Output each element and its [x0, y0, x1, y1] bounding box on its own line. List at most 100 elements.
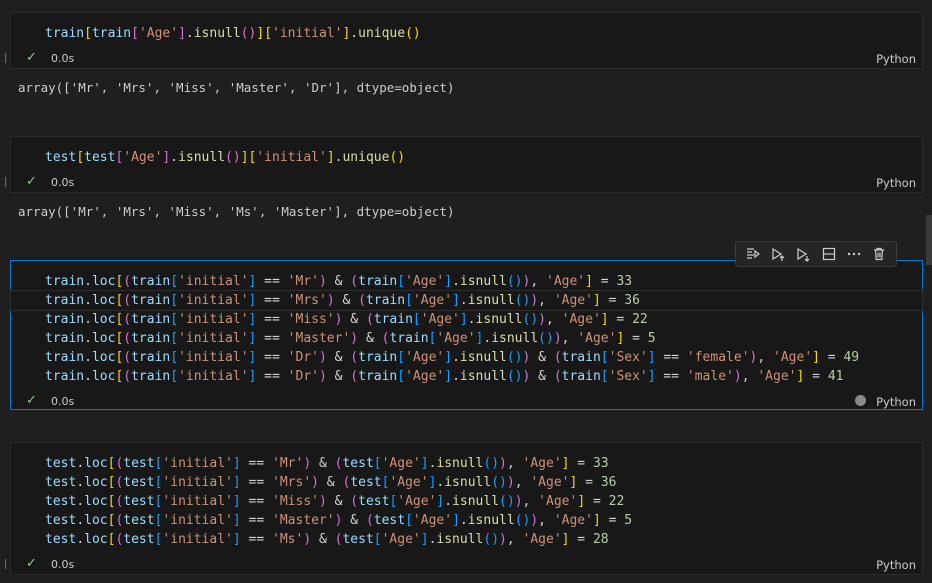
code-token: [	[373, 532, 382, 547]
execute-below-icon[interactable]	[793, 244, 813, 264]
code-token: ()	[506, 350, 523, 365]
code-token: )	[733, 369, 742, 384]
code-token: ]	[577, 494, 586, 509]
code-token: &	[530, 369, 554, 384]
kernel-language-button[interactable]: Python	[876, 558, 916, 572]
code-token: .	[459, 293, 468, 308]
cell-1-editor[interactable]: train[train['Age'].isnull()]['initial'].…	[45, 24, 922, 43]
code-token: isnull	[459, 274, 507, 289]
kernel-language-button[interactable]: Python	[876, 176, 916, 190]
code-token: .	[452, 369, 460, 384]
code-cell-4[interactable]: test.loc[(test['initial'] == 'Mr') & (te…	[5, 442, 923, 575]
code-token: [	[84, 26, 92, 41]
code-token: (	[123, 293, 132, 308]
code-token: test	[45, 532, 77, 547]
code-token: 'Master'	[287, 331, 351, 346]
delete-icon[interactable]	[869, 244, 889, 264]
code-token: (	[123, 369, 132, 384]
code-token: [	[131, 26, 139, 41]
code-token: (	[123, 312, 132, 327]
code-token: 'Age'	[412, 293, 453, 308]
code-token: &	[358, 331, 382, 346]
code-token: )	[318, 274, 327, 289]
code-token: train	[358, 274, 398, 289]
code-token: loc	[84, 494, 108, 509]
code-line[interactable]: train.loc[(train['initial'] == 'Dr') & (…	[45, 367, 922, 386]
kernel-language-button[interactable]: Python	[876, 52, 916, 66]
code-line[interactable]: test[test['Age'].isnull()]['initial'].un…	[45, 148, 922, 167]
code-token: test	[342, 456, 374, 471]
code-token: 'initial'	[256, 150, 327, 165]
code-token: 'Age'	[522, 532, 562, 547]
more-icon[interactable]	[844, 244, 864, 264]
code-token: )	[506, 475, 515, 490]
scrollbar-thumb[interactable]	[926, 215, 932, 265]
code-line[interactable]: test.loc[(test['initial'] == 'Master') &…	[45, 511, 922, 530]
code-token: .	[452, 274, 460, 289]
code-cell-1[interactable]: train[train['Age'].isnull()]['initial'].…	[5, 12, 923, 69]
execution-time: 0.0s	[51, 176, 75, 189]
code-token: train	[131, 312, 171, 327]
code-token: [	[170, 274, 179, 289]
code-token: &	[311, 456, 335, 471]
split-cell-icon[interactable]	[819, 244, 839, 264]
kernel-status-icon	[855, 395, 866, 406]
kernel-language-button[interactable]: Python	[876, 395, 916, 409]
code-token: ]	[600, 312, 609, 327]
code-line[interactable]: test.loc[(test['initial'] == 'Miss') & (…	[45, 492, 922, 511]
code-cell-2[interactable]: test[test['Age'].isnull()]['initial'].un…	[5, 136, 923, 193]
code-token: =	[624, 331, 648, 346]
cell-4-editor[interactable]: test.loc[(test['initial'] == 'Mr') & (te…	[45, 454, 922, 549]
code-token: &	[342, 312, 366, 327]
code-token: 'Age'	[561, 312, 601, 327]
code-token: ]	[592, 293, 601, 308]
code-token: ]	[444, 369, 453, 384]
code-token: ,	[514, 475, 531, 490]
code-token: .	[459, 513, 468, 528]
code-token: .	[84, 350, 92, 365]
cell-1-output: array(['Mr', 'Mrs', 'Miss', 'Master', 'D…	[18, 80, 455, 95]
code-token: loc	[91, 312, 116, 327]
code-token: 'Miss'	[287, 312, 335, 327]
code-cell-3[interactable]: train.loc[(train['initial'] == 'Mr') & (…	[10, 260, 923, 410]
code-line[interactable]: train.loc[(train['initial'] == 'Master')…	[45, 329, 922, 348]
code-token: 'Age'	[389, 475, 429, 490]
code-line[interactable]: test.loc[(test['initial'] == 'Mr') & (te…	[45, 454, 922, 473]
code-token: &	[334, 293, 359, 308]
code-token: ==	[256, 312, 288, 327]
code-token: test	[123, 494, 155, 509]
code-line[interactable]: train.loc[(train['initial'] == 'Mr') & (…	[45, 272, 922, 291]
code-line[interactable]: test.loc[(test['initial'] == 'Mrs') & (t…	[45, 473, 922, 492]
code-line[interactable]: train.loc[(train['initial'] == 'Mrs') & …	[10, 290, 923, 311]
code-token: loc	[91, 369, 116, 384]
code-line[interactable]: train.loc[(train['initial'] == 'Dr') & (…	[45, 348, 922, 367]
code-token: ==	[240, 475, 273, 490]
cell-2-editor[interactable]: test[test['Age'].isnull()]['initial'].un…	[45, 148, 922, 167]
code-token: isnull	[459, 350, 507, 365]
code-line[interactable]: test.loc[(test['initial'] == 'Ms') & (te…	[45, 530, 922, 549]
code-token: train	[131, 274, 171, 289]
code-token: 36	[600, 475, 617, 490]
code-token: .	[84, 293, 92, 308]
code-token: .	[84, 312, 92, 327]
cell-collapse-bracket[interactable]	[1, 559, 6, 569]
code-line[interactable]: train.loc[(train['initial'] == 'Miss') &…	[45, 310, 922, 329]
code-token: [	[170, 293, 179, 308]
execute-above-icon[interactable]	[768, 244, 788, 264]
code-token: ]	[232, 532, 241, 547]
code-token: 'initial'	[162, 532, 233, 547]
cell-collapse-bracket[interactable]	[1, 53, 6, 63]
code-line[interactable]: train[train['Age'].isnull()]['initial'].…	[45, 24, 922, 43]
code-token: train	[365, 293, 406, 308]
run-by-line-icon[interactable]	[743, 244, 763, 264]
cell-3-editor[interactable]: train.loc[(train['initial'] == 'Mr') & (…	[10, 272, 923, 386]
code-token: 'Sex'	[608, 369, 648, 384]
execution-time: 0.0s	[51, 558, 75, 571]
cell-collapse-bracket[interactable]	[1, 177, 6, 187]
code-token: test	[45, 513, 77, 528]
code-token: 'Mr'	[287, 274, 319, 289]
code-token: ]	[420, 532, 429, 547]
code-token: =	[577, 475, 601, 490]
code-token: )	[538, 312, 546, 327]
code-token: ==	[240, 513, 273, 528]
